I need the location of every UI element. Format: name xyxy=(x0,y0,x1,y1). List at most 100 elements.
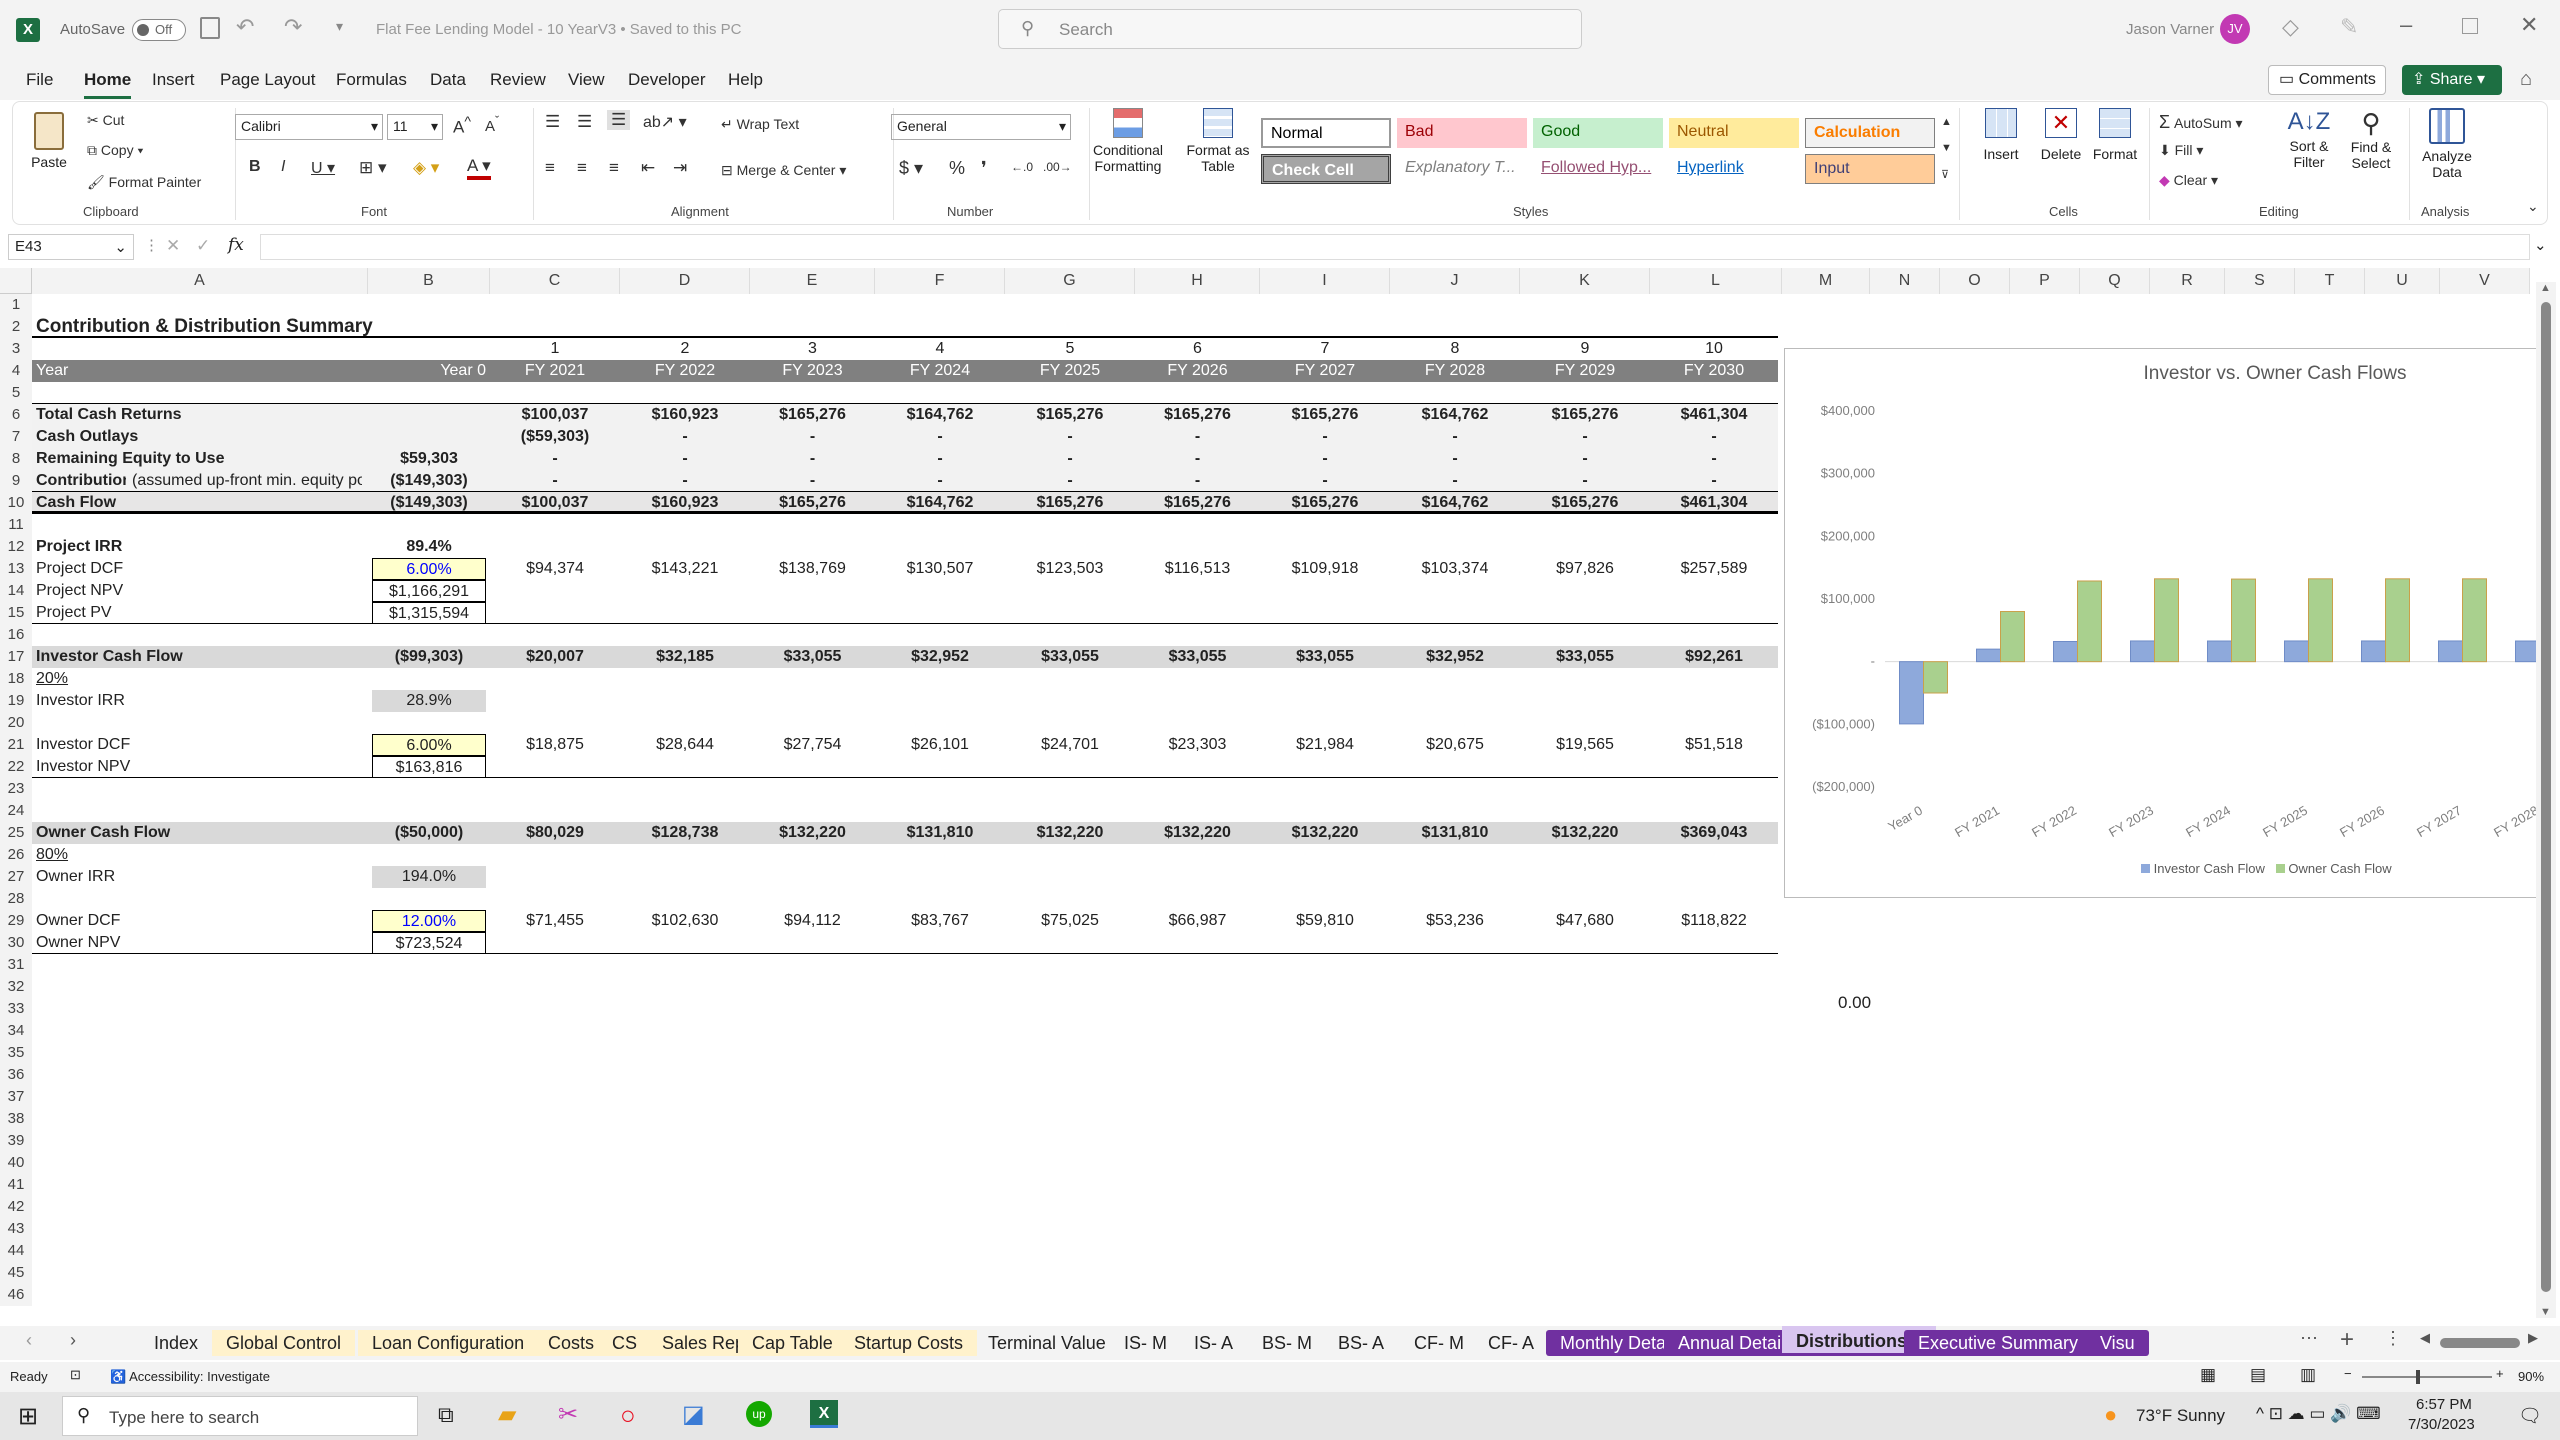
sheet-tab[interactable]: CS xyxy=(598,1330,652,1356)
align-right-icon[interactable]: ≡ xyxy=(609,158,619,178)
sheet-tab[interactable]: Global Control xyxy=(212,1330,356,1356)
decrease-indent-icon[interactable]: ⇤ xyxy=(641,158,655,178)
year-value[interactable]: $33,055 xyxy=(1264,646,1386,668)
percent-icon[interactable]: % xyxy=(949,158,965,179)
year-value[interactable]: $128,738 xyxy=(624,822,746,844)
year-value[interactable]: $71,455 xyxy=(494,910,616,932)
year-value[interactable]: - xyxy=(624,470,746,492)
row-header[interactable]: 14 xyxy=(0,580,32,602)
weather-text[interactable]: 73°F Sunny xyxy=(2136,1406,2225,1426)
row-header[interactable]: 18 xyxy=(0,668,32,690)
year-value[interactable]: $26,101 xyxy=(879,734,1001,756)
bar-investor[interactable] xyxy=(2284,640,2309,663)
comma-icon[interactable]: ❜ xyxy=(981,158,987,179)
year-0-value[interactable]: 89.4% xyxy=(372,536,486,558)
horizontal-scroll-thumb[interactable] xyxy=(2440,1338,2520,1348)
year-value[interactable]: $94,112 xyxy=(754,910,871,932)
row-label[interactable]: Investor DCF xyxy=(36,734,364,756)
year-value[interactable]: $165,276 xyxy=(1524,404,1646,426)
year-value[interactable]: $103,374 xyxy=(1394,558,1516,580)
fiscal-year-header[interactable]: FY 2024 xyxy=(879,360,1001,382)
insert-function-icon[interactable]: fx xyxy=(228,235,244,255)
underline-icon[interactable]: U ▾ xyxy=(311,158,335,178)
column-header[interactable]: F xyxy=(875,268,1005,294)
comments-button[interactable]: ▭ Comments xyxy=(2268,65,2386,95)
row-header[interactable]: 44 xyxy=(0,1240,32,1262)
style-normal[interactable]: Normal xyxy=(1261,118,1391,148)
sheet-tab[interactable]: IS- A xyxy=(1180,1330,1247,1356)
chart[interactable]: Investor vs. Owner Cash Flows $400,000 $3… xyxy=(1784,348,2541,898)
number-format-dropdown[interactable]: General ▾ xyxy=(891,114,1071,140)
menu-insert[interactable]: Insert xyxy=(152,70,195,90)
excel-taskbar-icon[interactable]: X xyxy=(810,1400,838,1428)
wrap-text-button[interactable]: ↵ Wrap Text xyxy=(721,116,799,133)
user-name[interactable]: Jason Varner xyxy=(2126,21,2214,38)
fill-color-icon[interactable]: ◈ ▾ xyxy=(413,158,439,178)
vertical-scrollbar[interactable]: ▲ ▼ xyxy=(2536,282,2556,1318)
sort-filter-button[interactable]: A↓Z Sort & Filter xyxy=(2279,108,2339,170)
style-explanatory[interactable]: Explanatory T... xyxy=(1397,154,1527,184)
sheet-tab[interactable]: Costs xyxy=(534,1330,609,1356)
year-value[interactable]: - xyxy=(1139,470,1256,492)
year-value[interactable]: - xyxy=(879,470,1001,492)
increase-font-icon[interactable]: A^ xyxy=(453,114,471,138)
menu-review[interactable]: Review xyxy=(490,70,546,90)
year-value[interactable]: - xyxy=(1654,448,1774,470)
row-header[interactable]: 15 xyxy=(0,602,32,624)
year-0-value[interactable] xyxy=(372,404,486,426)
fiscal-year-header[interactable]: FY 2029 xyxy=(1524,360,1646,382)
year-value[interactable]: $97,826 xyxy=(1524,558,1646,580)
column-header[interactable]: P xyxy=(2010,268,2080,294)
page-break-view-icon[interactable]: ▥ xyxy=(2300,1365,2316,1385)
scroll-up-icon[interactable]: ▲ xyxy=(2540,282,2551,294)
align-center-icon[interactable]: ≡ xyxy=(577,158,587,178)
increase-indent-icon[interactable]: ⇥ xyxy=(673,158,687,178)
year-value[interactable]: $102,630 xyxy=(624,910,746,932)
clock-date[interactable]: 7/30/2023 xyxy=(2408,1416,2475,1433)
windows-start-icon[interactable]: ⊞ xyxy=(18,1402,38,1431)
row-header[interactable]: 7 xyxy=(0,426,32,448)
style-good[interactable]: Good xyxy=(1533,118,1663,148)
year-value[interactable]: $94,374 xyxy=(494,558,616,580)
column-header[interactable]: A xyxy=(32,268,368,294)
menu-data[interactable]: Data xyxy=(430,70,466,90)
tab-scroll-left-icon[interactable]: ‹ xyxy=(26,1330,32,1351)
year-value[interactable]: - xyxy=(879,426,1001,448)
customize-qat-icon[interactable]: ▾ xyxy=(336,18,343,35)
tray-icons[interactable]: ^ ⊡ ☁ ▭ 🔊 ⌨ xyxy=(2256,1404,2381,1424)
fill-button[interactable]: ⬇ Fill ▾ xyxy=(2159,142,2203,159)
styles-scroll-up-icon[interactable]: ▲ xyxy=(1941,116,1952,128)
year-value[interactable]: $24,701 xyxy=(1009,734,1131,756)
select-all-corner[interactable] xyxy=(0,268,32,294)
decrease-decimal-icon[interactable]: .00→ xyxy=(1043,160,1072,174)
row-label[interactable]: Investor Cash Flow xyxy=(36,646,364,668)
year-value[interactable]: - xyxy=(1394,426,1516,448)
column-header[interactable]: Q xyxy=(2080,268,2150,294)
sheet-tab[interactable]: BS- M xyxy=(1248,1330,1326,1356)
style-hyperlink[interactable]: Hyperlink xyxy=(1669,154,1799,184)
task-view-icon[interactable]: ⧉ xyxy=(438,1402,454,1428)
font-size-dropdown[interactable]: 11 ▾ xyxy=(387,114,443,140)
bar-investor[interactable] xyxy=(2207,640,2232,663)
menu-view[interactable]: View xyxy=(568,70,605,90)
column-header[interactable]: J xyxy=(1390,268,1520,294)
clear-button[interactable]: ◆ Clear ▾ xyxy=(2159,172,2218,189)
column-header[interactable]: V xyxy=(2440,268,2530,294)
copy-button[interactable]: ⧉ Copy ▾ xyxy=(87,142,143,159)
year-value[interactable]: - xyxy=(624,426,746,448)
row-label[interactable]: Cash Outlays xyxy=(36,426,364,448)
styles-scroll-down-icon[interactable]: ▼ xyxy=(1941,142,1952,154)
sheet-tab[interactable]: Cap Table xyxy=(738,1330,847,1356)
year-value[interactable]: - xyxy=(624,448,746,470)
row-header[interactable]: 25 xyxy=(0,822,32,844)
name-box[interactable]: E43 ⌄ xyxy=(8,234,134,260)
year-value[interactable]: - xyxy=(1264,470,1386,492)
row-header[interactable]: 38 xyxy=(0,1108,32,1130)
autosave-toggle[interactable]: Off xyxy=(132,19,186,41)
year-value[interactable]: - xyxy=(1139,448,1256,470)
year-number[interactable]: 7 xyxy=(1264,338,1386,360)
year-value[interactable]: $109,918 xyxy=(1264,558,1386,580)
search-box[interactable]: ⚲ Search xyxy=(998,9,1582,49)
column-header[interactable]: I xyxy=(1260,268,1390,294)
year-value[interactable]: $461,304 xyxy=(1654,404,1774,426)
